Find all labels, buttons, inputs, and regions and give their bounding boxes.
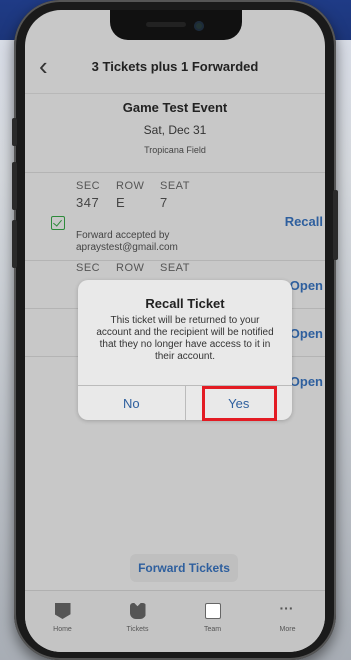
tab-label: Tickets xyxy=(126,626,149,633)
forward-tickets-button[interactable]: Forward Tickets xyxy=(130,554,238,582)
tab-tickets[interactable]: Tickets xyxy=(100,591,175,652)
row-label: ROW xyxy=(116,180,145,192)
phone-frame: ‹ 3 Tickets plus 1 Forwarded Game Test E… xyxy=(12,0,338,660)
page-title: 3 Tickets plus 1 Forwarded xyxy=(91,59,259,74)
chevron-left-icon[interactable]: ‹ xyxy=(39,53,48,79)
event-name: Game Test Event xyxy=(122,100,228,115)
open-button[interactable]: Open xyxy=(290,326,323,341)
open-button[interactable]: Open xyxy=(290,278,323,293)
tab-label: Team xyxy=(203,626,222,633)
divider xyxy=(25,172,325,173)
recall-ticket-dialog: Recall Ticket This ticket will be return… xyxy=(78,280,292,421)
event-venue: Tropicana Field xyxy=(144,145,206,155)
seat-label: SEAT xyxy=(160,180,190,192)
event-info: Game Test Event Sat, Dec 31 Tropicana Fi… xyxy=(25,96,325,155)
tab-label: More xyxy=(279,626,296,633)
sec-value: 347 xyxy=(76,195,100,210)
dialog-title: Recall Ticket xyxy=(145,296,225,311)
volume-up-button xyxy=(12,162,17,210)
ticket-row: SEC ROW SEAT 347 E 7 Recall Forward accepted… xyxy=(25,180,325,260)
tab-home[interactable]: Home xyxy=(25,591,100,652)
no-button[interactable]: No xyxy=(78,386,186,420)
tab-team[interactable]: Team xyxy=(175,591,250,652)
event-date: Sat, Dec 31 xyxy=(143,123,207,137)
sec-label: SEC xyxy=(76,180,101,192)
forward-status: Forward accepted by xyxy=(76,230,170,241)
more-icon: ··· xyxy=(279,600,294,616)
tab-label: Home xyxy=(53,626,72,633)
tickets-icon xyxy=(129,603,146,619)
notch xyxy=(110,10,242,40)
nav-bar: ‹ 3 Tickets plus 1 Forwarded xyxy=(25,40,325,94)
row-label: ROW xyxy=(116,262,145,274)
home-icon xyxy=(54,603,71,619)
seat-label: SEAT xyxy=(160,262,190,274)
sec-label: SEC xyxy=(76,262,101,274)
forward-recipient: apraystest@gmail.com xyxy=(76,242,178,253)
yes-highlight-box xyxy=(202,386,277,421)
volume-down-button xyxy=(12,220,17,268)
dialog-message: This ticket will be returned to your acc… xyxy=(96,315,274,362)
tab-more[interactable]: ··· More xyxy=(250,591,325,652)
mute-switch xyxy=(12,118,17,146)
tab-bar: Home Tickets Team ··· More xyxy=(25,590,325,652)
phone-screen: ‹ 3 Tickets plus 1 Forwarded Game Test E… xyxy=(25,10,325,652)
seat-value: 7 xyxy=(160,195,168,210)
team-icon xyxy=(204,603,221,619)
check-icon xyxy=(51,216,65,230)
power-button xyxy=(333,190,338,260)
row-value: E xyxy=(116,195,126,210)
open-button[interactable]: Open xyxy=(290,374,323,389)
divider xyxy=(25,260,325,261)
recall-button[interactable]: Recall xyxy=(285,214,323,229)
